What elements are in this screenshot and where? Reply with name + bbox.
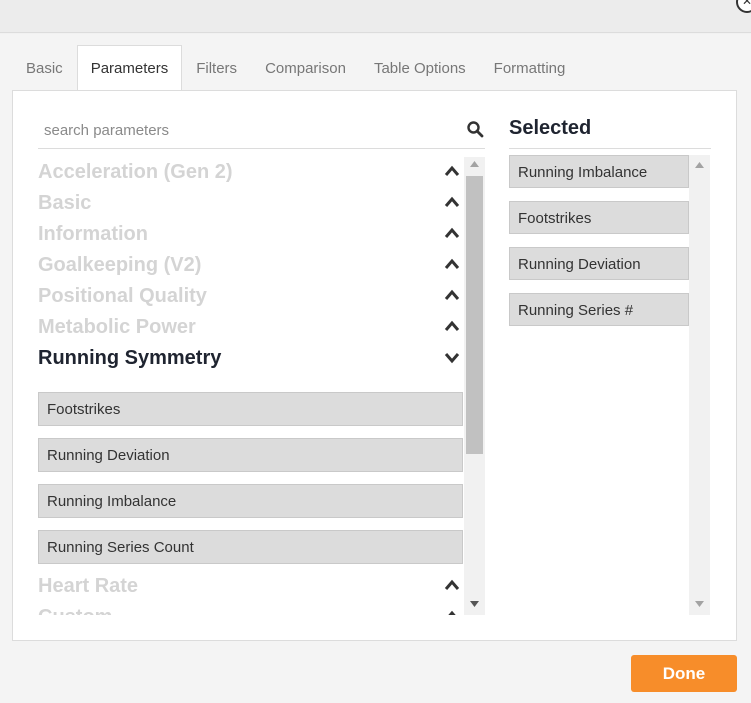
parameter-list: Acceleration (Gen 2) Basic Information G… xyxy=(38,157,485,615)
param-footstrikes[interactable]: Footstrikes xyxy=(38,392,463,426)
group-label: Information xyxy=(38,223,148,245)
scroll-down-icon[interactable] xyxy=(469,600,480,608)
tab-comparison[interactable]: Comparison xyxy=(251,45,360,91)
selected-item[interactable]: Footstrikes xyxy=(509,201,689,234)
param-running-imbalance[interactable]: Running Imbalance xyxy=(38,484,463,518)
selected-item[interactable]: Running Imbalance xyxy=(509,155,689,188)
tab-bar: Basic Parameters Filters Comparison Tabl… xyxy=(12,45,580,92)
group-positional-quality[interactable]: Positional Quality xyxy=(38,281,468,311)
param-running-deviation[interactable]: Running Deviation xyxy=(38,438,463,472)
chevron-up-icon[interactable] xyxy=(443,319,461,333)
group-label: Basic xyxy=(38,192,92,214)
chevron-up-icon[interactable] xyxy=(443,164,461,178)
group-label: Goalkeeping (V2) xyxy=(38,254,202,276)
group-label: Acceleration (Gen 2) xyxy=(38,161,233,183)
chevron-up-icon[interactable] xyxy=(443,195,461,209)
tab-table-options[interactable]: Table Options xyxy=(360,45,480,91)
search-icon[interactable] xyxy=(466,120,484,138)
group-heart-rate[interactable]: Heart Rate xyxy=(38,571,468,601)
tab-basic[interactable]: Basic xyxy=(12,45,77,91)
group-label: Custom xyxy=(38,602,112,615)
done-button[interactable]: Done xyxy=(631,655,737,692)
chevron-down-icon[interactable] xyxy=(443,350,461,364)
divider xyxy=(509,148,711,149)
group-label: Positional Quality xyxy=(38,285,207,307)
group-label: Heart Rate xyxy=(38,575,139,597)
dialog-header xyxy=(0,0,751,33)
group-information[interactable]: Information xyxy=(38,219,468,249)
parameter-list-scroll-thumb[interactable] xyxy=(466,176,483,454)
group-goalkeeping-v2[interactable]: Goalkeeping (V2) xyxy=(38,250,468,280)
chevron-up-icon[interactable] xyxy=(443,257,461,271)
selected-title: Selected xyxy=(509,117,592,139)
group-label: Running Symmetry xyxy=(38,347,222,369)
param-running-series-count[interactable]: Running Series Count xyxy=(38,530,463,564)
selected-list: Running Imbalance Footstrikes Running De… xyxy=(509,155,711,615)
chevron-up-icon[interactable] xyxy=(443,609,461,615)
search-input[interactable] xyxy=(38,118,448,142)
group-running-symmetry[interactable]: Running Symmetry xyxy=(38,343,468,373)
tab-filters[interactable]: Filters xyxy=(182,45,251,91)
group-metabolic-power[interactable]: Metabolic Power xyxy=(38,312,468,342)
group-basic[interactable]: Basic xyxy=(38,188,468,218)
group-custom[interactable]: Custom xyxy=(38,602,468,615)
selected-item[interactable]: Running Deviation xyxy=(509,247,689,280)
selected-item[interactable]: Running Series # xyxy=(509,293,689,326)
scroll-up-icon[interactable] xyxy=(469,160,480,168)
group-acceleration-gen2[interactable]: Acceleration (Gen 2) xyxy=(38,157,468,187)
chevron-up-icon[interactable] xyxy=(443,578,461,592)
tab-formatting[interactable]: Formatting xyxy=(480,45,580,91)
group-label: Metabolic Power xyxy=(38,316,196,338)
search-bar xyxy=(38,110,485,149)
chevron-up-icon[interactable] xyxy=(443,226,461,240)
tab-parameters[interactable]: Parameters xyxy=(76,45,183,92)
chevron-up-icon[interactable] xyxy=(443,288,461,302)
